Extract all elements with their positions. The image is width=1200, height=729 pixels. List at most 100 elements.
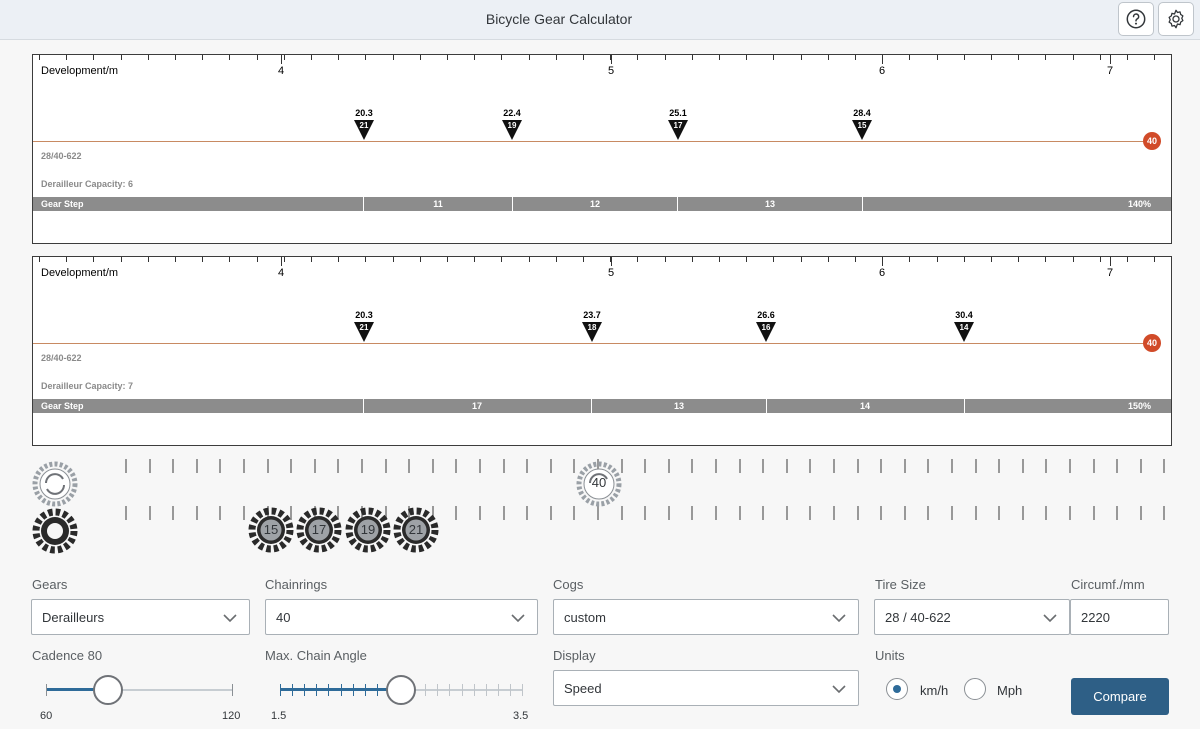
chainring-slot-tick[interactable] xyxy=(691,459,693,473)
cog-slot-tick[interactable] xyxy=(243,506,245,520)
cog-slot-tick[interactable] xyxy=(1045,506,1047,520)
cog-slot-tick[interactable] xyxy=(880,506,882,520)
compare-button[interactable]: Compare xyxy=(1071,678,1169,715)
chainring-slot-tick[interactable] xyxy=(479,459,481,473)
cogs-select[interactable]: custom xyxy=(553,599,859,635)
gear-marker[interactable]: 19 xyxy=(501,119,523,141)
cog-selector-empty[interactable] xyxy=(32,508,78,559)
chainring-slot-tick[interactable] xyxy=(361,459,363,473)
cadence-slider[interactable]: 60 120 xyxy=(40,672,240,722)
chainring-slot-tick[interactable] xyxy=(314,459,316,473)
cog-slot-tick[interactable] xyxy=(975,506,977,520)
chainring-slot-tick[interactable] xyxy=(243,459,245,473)
chainring-slot-tick[interactable] xyxy=(668,459,670,473)
chainring-slot-tick[interactable] xyxy=(196,459,198,473)
chainring-slot-tick[interactable] xyxy=(432,459,434,473)
chainring-selector-40[interactable]: 40 xyxy=(576,461,622,512)
chainring-slot-tick[interactable] xyxy=(1045,459,1047,473)
chainring-slot-tick[interactable] xyxy=(219,459,221,473)
chainring-slot-tick[interactable] xyxy=(715,459,717,473)
cog-slot-tick[interactable] xyxy=(762,506,764,520)
chain-angle-handle[interactable] xyxy=(386,675,416,705)
chainring-slot-tick[interactable] xyxy=(809,459,811,473)
chainring-slot-tick[interactable] xyxy=(455,459,457,473)
cog-slot-tick[interactable] xyxy=(691,506,693,520)
cog-slot-tick[interactable] xyxy=(479,506,481,520)
chainring-slot-tick[interactable] xyxy=(1069,459,1071,473)
cog-slot-tick[interactable] xyxy=(668,506,670,520)
gear-marker[interactable]: 16 xyxy=(755,321,777,343)
cog-slot-tick[interactable] xyxy=(125,506,127,520)
chainring-slot-tick[interactable] xyxy=(172,459,174,473)
chainring-slot-tick[interactable] xyxy=(951,459,953,473)
chain-angle-slider[interactable]: 1.5 3.5 xyxy=(271,672,533,722)
chainring-slot-tick[interactable] xyxy=(337,459,339,473)
cog-slot-tick[interactable] xyxy=(149,506,151,520)
chainring-slot-tick[interactable] xyxy=(408,459,410,473)
cog-slot-tick[interactable] xyxy=(786,506,788,520)
chainring-slot-tick[interactable] xyxy=(290,459,292,473)
chainring-slot-tick[interactable] xyxy=(503,459,505,473)
chainring-slot-tick[interactable] xyxy=(833,459,835,473)
cog-slot-tick[interactable] xyxy=(644,506,646,520)
cadence-handle[interactable] xyxy=(93,675,123,705)
cog-slot-tick[interactable] xyxy=(739,506,741,520)
chainring-slot-tick[interactable] xyxy=(1022,459,1024,473)
cog-selector-21[interactable]: 21 xyxy=(393,507,439,558)
cog-slot-tick[interactable] xyxy=(526,506,528,520)
gear-marker[interactable]: 21 xyxy=(353,321,375,343)
chainring-slot-tick[interactable] xyxy=(927,459,929,473)
chainring-selector-left[interactable] xyxy=(32,461,78,512)
chainring-slot-tick[interactable] xyxy=(573,459,575,473)
cog-slot-tick[interactable] xyxy=(715,506,717,520)
cog-slot-tick[interactable] xyxy=(1140,506,1142,520)
cog-slot-tick[interactable] xyxy=(172,506,174,520)
chainring-slot-tick[interactable] xyxy=(975,459,977,473)
units-kmh-radio[interactable] xyxy=(886,678,908,700)
gear-marker[interactable]: 14 xyxy=(953,321,975,343)
cog-slot-tick[interactable] xyxy=(455,506,457,520)
cog-slot-tick[interactable] xyxy=(1069,506,1071,520)
chainring-slot-tick[interactable] xyxy=(385,459,387,473)
units-mph-radio[interactable] xyxy=(964,678,986,700)
gear-marker[interactable]: 17 xyxy=(667,119,689,141)
cog-slot-tick[interactable] xyxy=(573,506,575,520)
chainring-slot-tick[interactable] xyxy=(1093,459,1095,473)
cog-slot-tick[interactable] xyxy=(998,506,1000,520)
settings-button[interactable] xyxy=(1158,2,1194,36)
gear-marker[interactable]: 18 xyxy=(581,321,603,343)
chainring-slot-tick[interactable] xyxy=(149,459,151,473)
cog-slot-tick[interactable] xyxy=(1093,506,1095,520)
chainrings-select[interactable]: 40 xyxy=(265,599,538,635)
cog-slot-tick[interactable] xyxy=(196,506,198,520)
cog-selector-19[interactable]: 19 xyxy=(345,507,391,558)
chainring-slot-tick[interactable] xyxy=(1116,459,1118,473)
tire-size-select[interactable]: 28 / 40-622 xyxy=(874,599,1070,635)
gear-marker[interactable]: 15 xyxy=(851,119,873,141)
cog-selector-15[interactable]: 15 xyxy=(248,507,294,558)
chainring-slot-tick[interactable] xyxy=(526,459,528,473)
cog-selector-17[interactable]: 17 xyxy=(296,507,342,558)
cog-slot-tick[interactable] xyxy=(1022,506,1024,520)
cog-slot-tick[interactable] xyxy=(550,506,552,520)
circumference-input[interactable]: 2220 xyxy=(1070,599,1169,635)
cog-slot-tick[interactable] xyxy=(219,506,221,520)
chainring-slot-tick[interactable] xyxy=(644,459,646,473)
cog-slot-tick[interactable] xyxy=(503,506,505,520)
chainring-slot-tick[interactable] xyxy=(904,459,906,473)
chainring-slot-tick[interactable] xyxy=(880,459,882,473)
chainring-slot-tick[interactable] xyxy=(550,459,552,473)
chainring-slot-tick[interactable] xyxy=(762,459,764,473)
chainring-slot-tick[interactable] xyxy=(739,459,741,473)
chainring-slot-tick[interactable] xyxy=(1163,459,1165,473)
cog-slot-tick[interactable] xyxy=(1116,506,1118,520)
chainring-slot-tick[interactable] xyxy=(998,459,1000,473)
gears-select[interactable]: Derailleurs xyxy=(31,599,250,635)
cog-slot-tick[interactable] xyxy=(833,506,835,520)
chainring-slot-tick[interactable] xyxy=(125,459,127,473)
display-select[interactable]: Speed xyxy=(553,670,859,706)
chainring-slot-tick[interactable] xyxy=(267,459,269,473)
cog-slot-tick[interactable] xyxy=(904,506,906,520)
chainring-slot-tick[interactable] xyxy=(1140,459,1142,473)
cog-slot-tick[interactable] xyxy=(927,506,929,520)
